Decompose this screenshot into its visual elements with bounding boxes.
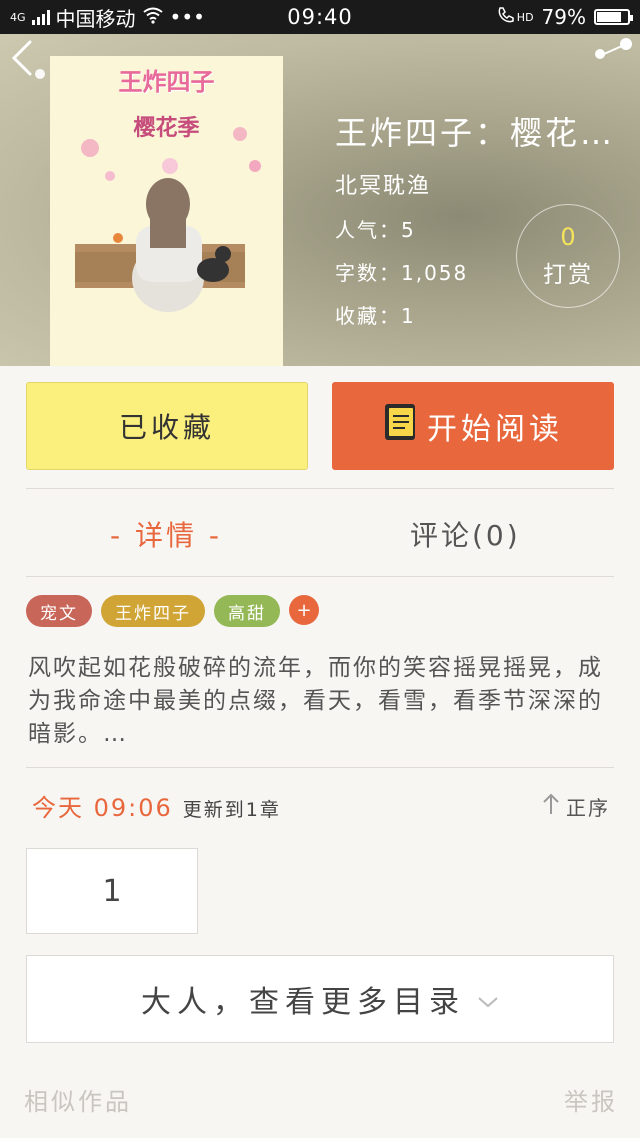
divider bbox=[26, 488, 614, 489]
reward-label: 打赏 bbox=[543, 262, 593, 288]
reward-count: 0 bbox=[560, 223, 576, 251]
chevron-down-icon bbox=[477, 982, 499, 1017]
update-info: 今天 09:06 更新到1章 bbox=[32, 788, 281, 823]
divider bbox=[26, 767, 614, 768]
divider bbox=[26, 576, 614, 577]
signal-icon bbox=[31, 9, 50, 25]
tag-list: 宠文 王炸四子 高甜 + bbox=[26, 595, 319, 627]
back-icon[interactable] bbox=[4, 36, 50, 82]
start-reading-label: 开始阅读 bbox=[427, 412, 563, 447]
collected-label: 已收藏 bbox=[118, 411, 215, 444]
wifi-icon bbox=[142, 5, 164, 29]
share-icon[interactable] bbox=[590, 36, 636, 82]
phone-icon bbox=[497, 5, 515, 29]
book-cover[interactable]: 王炸四子 樱花季 bbox=[50, 56, 283, 366]
book-author[interactable]: 北冥耽渔 bbox=[335, 168, 635, 200]
similar-works-link[interactable]: 相似作品 bbox=[24, 1082, 132, 1117]
tag-item[interactable]: 王炸四子 bbox=[101, 595, 205, 627]
reward-button[interactable]: 0 打赏 bbox=[516, 204, 620, 308]
cover-illustration bbox=[75, 127, 261, 312]
update-time: 今天 09:06 bbox=[32, 794, 173, 822]
tab-detail[interactable]: - 详情 - bbox=[110, 510, 222, 558]
update-text: 更新到1章 bbox=[182, 799, 281, 821]
book-icon bbox=[383, 402, 417, 450]
sort-label: 正序 bbox=[566, 796, 610, 820]
report-link[interactable]: 举报 bbox=[564, 1082, 618, 1117]
book-header: 王炸四子 樱花季 王炸四子：樱花… 北冥耽渔 人气：5 字数：1,058 收藏：… bbox=[0, 34, 640, 366]
start-reading-button[interactable]: 开始阅读 bbox=[332, 382, 614, 470]
tag-item[interactable]: 宠文 bbox=[26, 595, 92, 627]
battery-percent: 79% bbox=[541, 5, 586, 29]
collected-button[interactable]: 已收藏 bbox=[26, 382, 308, 470]
status-bar: 4G 中国移动 ••• 09:40 HD 79% bbox=[0, 0, 640, 34]
chapter-item[interactable]: 1 bbox=[26, 848, 198, 934]
more-status-icon: ••• bbox=[169, 5, 205, 29]
battery-icon bbox=[594, 9, 633, 25]
carrier-label: 中国移动 bbox=[55, 6, 136, 31]
favorites-stat: 收藏：1 bbox=[335, 304, 416, 328]
battery-fill bbox=[597, 12, 621, 22]
tab-comments[interactable]: 评论(0) bbox=[410, 510, 521, 558]
network-type: 4G bbox=[10, 10, 26, 24]
sort-toggle[interactable]: 正序 bbox=[542, 792, 610, 821]
tag-item[interactable]: 高甜 bbox=[214, 595, 280, 627]
add-tag-button[interactable]: + bbox=[289, 595, 319, 625]
synopsis[interactable]: 风吹起如花般破碎的流年，而你的笑容摇晃摇晃，成为我命途中最美的点缀，看天，看雪，… bbox=[28, 652, 608, 751]
more-toc-button[interactable]: 大人，查看更多目录 bbox=[26, 955, 614, 1043]
more-toc-label: 大人，查看更多目录 bbox=[141, 985, 465, 1020]
hd-label: HD bbox=[516, 10, 534, 24]
book-title: 王炸四子：樱花… bbox=[335, 114, 616, 152]
arrow-up-icon bbox=[542, 792, 560, 821]
